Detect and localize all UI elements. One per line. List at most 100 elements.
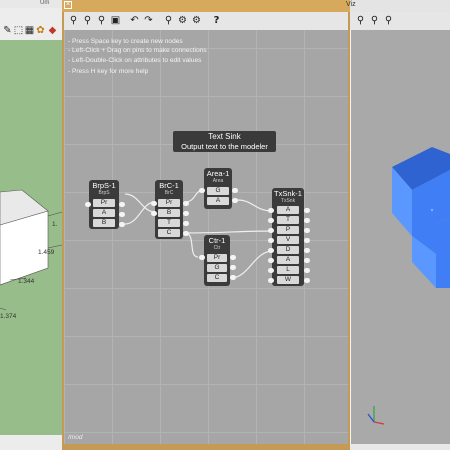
input-port[interactable] bbox=[268, 268, 274, 273]
output-port[interactable] bbox=[183, 221, 189, 226]
dimension-label: 1.459 bbox=[38, 249, 55, 256]
output-port[interactable] bbox=[119, 202, 125, 207]
node-brps[interactable]: BrpS-1 BrpS Pr A B bbox=[89, 180, 119, 229]
pin[interactable]: G bbox=[207, 264, 227, 272]
node-txsnk[interactable]: TxSnk-1 TxSnk A T P V D A L W bbox=[272, 188, 304, 286]
output-port[interactable] bbox=[183, 231, 189, 236]
model-drawing bbox=[0, 189, 62, 311]
pin[interactable]: Pr bbox=[158, 199, 180, 207]
undo-icon[interactable]: ↶ bbox=[128, 14, 141, 27]
pick-icon[interactable]: ⚲ bbox=[162, 14, 175, 27]
viz-toolbar: ⚲ ⚲ ⚲ bbox=[350, 12, 450, 31]
input-port[interactable] bbox=[268, 208, 274, 213]
input-port[interactable] bbox=[268, 258, 274, 263]
pin[interactable]: A bbox=[93, 209, 115, 217]
view-icon[interactable]: ⚲ bbox=[354, 14, 367, 27]
output-port[interactable] bbox=[304, 208, 310, 213]
view-icon[interactable]: ⚲ bbox=[382, 14, 395, 27]
output-port[interactable] bbox=[304, 218, 310, 223]
node-title: Area-1 bbox=[206, 169, 230, 178]
pin[interactable]: D bbox=[277, 246, 299, 254]
node-title: TxSnk-1 bbox=[274, 189, 302, 198]
pin[interactable]: C bbox=[158, 229, 180, 237]
node-brc[interactable]: BrC-1 BrC Pr B T C bbox=[155, 180, 183, 239]
output-port[interactable] bbox=[304, 228, 310, 233]
pin[interactable]: A bbox=[277, 206, 299, 214]
input-port[interactable] bbox=[268, 238, 274, 243]
output-port[interactable] bbox=[304, 248, 310, 253]
viz-title: Viz bbox=[346, 1, 356, 8]
add-node-icon[interactable]: ⚲ bbox=[95, 14, 108, 27]
left-window-title: Um bbox=[40, 0, 50, 6]
ruby-icon[interactable]: ◆ bbox=[46, 24, 59, 37]
pin[interactable]: L bbox=[277, 266, 299, 274]
input-port[interactable] bbox=[199, 255, 205, 260]
output-port[interactable] bbox=[304, 238, 310, 243]
output-port[interactable] bbox=[304, 278, 310, 283]
output-port[interactable] bbox=[119, 222, 125, 227]
left-statusbar bbox=[0, 435, 62, 450]
pin[interactable]: Pr bbox=[207, 254, 227, 262]
pin[interactable]: P bbox=[277, 226, 299, 234]
add-node-icon[interactable]: ⚲ bbox=[81, 14, 94, 27]
node-editor-titlebar[interactable]: × bbox=[62, 0, 350, 12]
input-port[interactable] bbox=[268, 228, 274, 233]
node-subtitle: Ctr bbox=[213, 245, 221, 251]
pin[interactable]: A bbox=[207, 197, 229, 205]
pin[interactable]: B bbox=[93, 219, 115, 227]
viz-statusbar bbox=[350, 444, 450, 450]
dimension-label: 1.344 bbox=[18, 278, 35, 285]
pin[interactable]: V bbox=[277, 236, 299, 244]
pin[interactable]: A bbox=[277, 256, 299, 264]
output-port[interactable] bbox=[304, 268, 310, 273]
viz-viewport[interactable] bbox=[350, 30, 450, 444]
settings-icon[interactable]: ⚙ bbox=[176, 14, 189, 27]
input-port[interactable] bbox=[151, 211, 157, 216]
input-port[interactable] bbox=[268, 218, 274, 223]
output-port[interactable] bbox=[232, 188, 238, 193]
input-port[interactable] bbox=[268, 278, 274, 283]
node-tooltip: Text Sink Output text to the modeler bbox=[173, 131, 276, 152]
pin[interactable]: Pr bbox=[93, 199, 115, 207]
pin[interactable]: B bbox=[158, 209, 180, 217]
close-icon[interactable]: × bbox=[64, 1, 72, 9]
tooltip-title: Text Sink bbox=[208, 132, 241, 141]
output-port[interactable] bbox=[183, 201, 189, 206]
output-port[interactable] bbox=[230, 255, 236, 260]
node-subtitle: BrC bbox=[164, 190, 174, 196]
node-title: BrpS-1 bbox=[92, 181, 116, 190]
input-port[interactable] bbox=[199, 188, 205, 193]
input-port[interactable] bbox=[268, 248, 274, 253]
view-icon[interactable]: ⚲ bbox=[368, 14, 381, 27]
settings-icon[interactable]: ⚙ bbox=[190, 14, 203, 27]
pin[interactable]: T bbox=[158, 219, 180, 227]
node-subtitle: Area bbox=[212, 178, 224, 184]
node-subtitle: TxSnk bbox=[280, 198, 296, 204]
input-port[interactable] bbox=[151, 201, 157, 206]
output-port[interactable] bbox=[119, 212, 125, 217]
node-subtitle: BrpS bbox=[98, 190, 110, 196]
output-port[interactable] bbox=[230, 265, 236, 270]
node-canvas[interactable]: - Press Space key to create new nodes - … bbox=[64, 30, 348, 444]
output-port[interactable] bbox=[232, 198, 238, 203]
viz-titlebar[interactable]: Viz bbox=[346, 0, 450, 12]
help-icon[interactable]: ? bbox=[210, 14, 223, 27]
save-icon[interactable]: ▣ bbox=[109, 14, 122, 27]
node-title: BrC-1 bbox=[159, 181, 179, 190]
redo-icon[interactable]: ↷ bbox=[142, 14, 155, 27]
node-ctr[interactable]: Ctr-1 Ctr Pr G C bbox=[204, 235, 230, 286]
pin[interactable]: T bbox=[277, 216, 299, 224]
output-port[interactable] bbox=[304, 258, 310, 263]
pin[interactable]: C bbox=[207, 274, 227, 282]
left-toolbar: ✎ ⬚ ▦ ✿ ◆ bbox=[0, 8, 62, 41]
output-port[interactable] bbox=[230, 275, 236, 280]
dimension-label: 1.374 bbox=[0, 313, 17, 320]
model-viewport[interactable]: 1. 1.459 1.344 1.374 bbox=[0, 40, 62, 435]
add-node-icon[interactable]: ⚲ bbox=[67, 14, 80, 27]
pin[interactable]: G bbox=[207, 187, 229, 195]
pin[interactable]: W bbox=[277, 276, 299, 284]
input-port[interactable] bbox=[85, 202, 91, 207]
node-area[interactable]: Area-1 Area G A bbox=[204, 168, 232, 209]
axis-gizmo-icon bbox=[367, 406, 385, 425]
output-port[interactable] bbox=[183, 211, 189, 216]
